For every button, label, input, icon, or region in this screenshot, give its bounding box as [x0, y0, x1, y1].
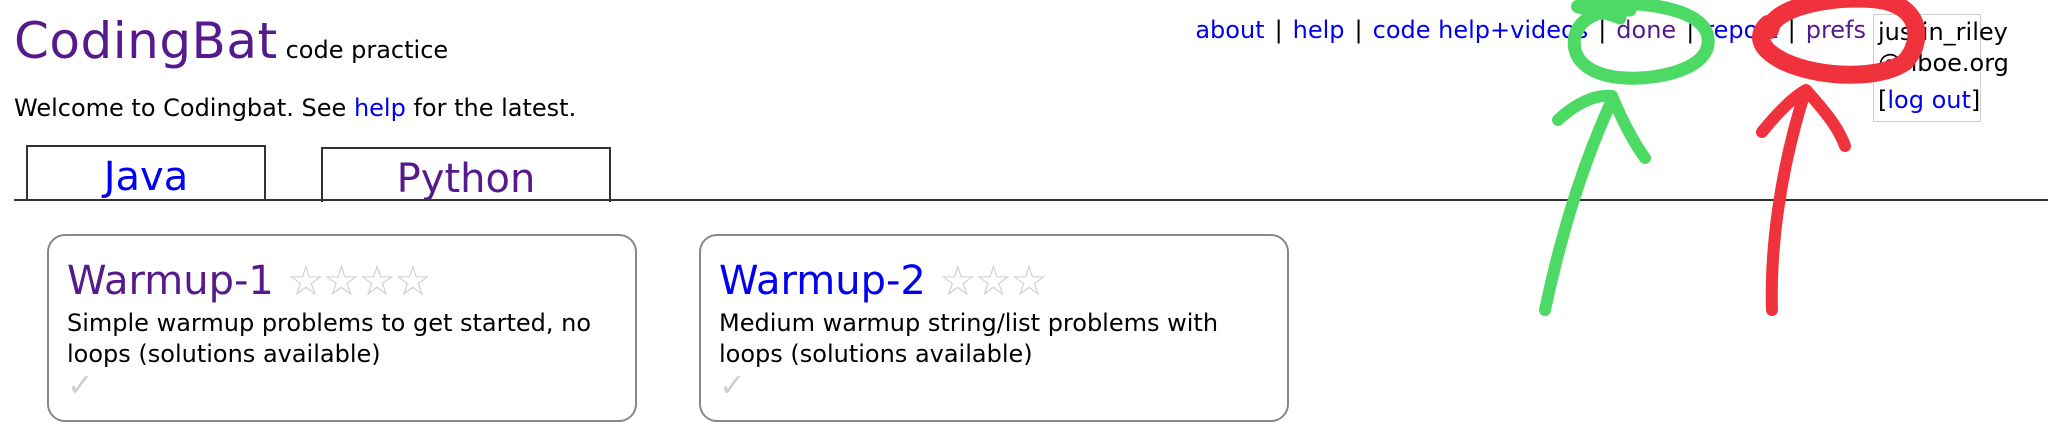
logout-bracket-open: [: [1878, 86, 1888, 114]
nav-separator: |: [1354, 16, 1363, 44]
section-description: Medium warmup string/list problems with …: [719, 309, 1219, 368]
section-title-link[interactable]: Warmup-2: [719, 258, 926, 304]
welcome-text-start: Welcome to Codingbat. See: [14, 94, 354, 122]
user-email-line1: justin_riley: [1878, 18, 2008, 46]
section-title-link[interactable]: Warmup-1: [67, 258, 274, 304]
nav-separator: |: [1686, 16, 1695, 44]
welcome-help-link[interactable]: help: [354, 94, 406, 122]
user-account-box: justin_riley @nboe.org [log out]: [1873, 14, 2009, 122]
top-navigation: about | help | code help+videos | done | report |…: [1195, 16, 1866, 44]
section-card-warmup-2: Warmup-2 ☆☆☆ Medium warmup string/list p…: [699, 234, 1289, 422]
nav-report-link[interactable]: report: [1704, 16, 1777, 44]
tab-java[interactable]: Java: [26, 145, 266, 200]
logout-container: [log out]: [1878, 85, 1980, 116]
section-card-warmup-1: Warmup-1 ☆☆☆☆ Simple warmup problems to …: [47, 234, 637, 422]
green-arrow-annotation: [1539, 89, 1651, 316]
tab-python[interactable]: Python: [321, 147, 611, 202]
nav-about-link[interactable]: about: [1195, 16, 1264, 44]
tab-java-label[interactable]: Java: [104, 154, 189, 200]
site-subtitle: code practice: [285, 36, 449, 64]
nav-separator: |: [1598, 16, 1607, 44]
site-header: CodingBat code practice: [14, 12, 448, 70]
nav-help-link[interactable]: help: [1293, 16, 1345, 44]
star-rating-icon: ☆☆☆: [939, 256, 1048, 305]
nav-prefs-link[interactable]: prefs: [1806, 16, 1866, 44]
nav-separator: |: [1787, 16, 1796, 44]
welcome-message: Welcome to Codingbat. See help for the l…: [14, 94, 576, 122]
user-email-line2: @nboe.org: [1878, 49, 2009, 77]
welcome-text-end: for the latest.: [405, 94, 577, 122]
nav-separator: |: [1274, 16, 1283, 44]
logout-link[interactable]: log out: [1887, 86, 1971, 114]
site-logo-text: CodingBat: [14, 12, 278, 70]
checkmark-icon: ✓: [719, 366, 746, 404]
checkmark-icon: ✓: [67, 366, 94, 404]
logout-bracket-close: ]: [1970, 86, 1981, 114]
star-rating-icon: ☆☆☆☆: [287, 256, 432, 305]
nav-code-help-videos-link[interactable]: code help+videos: [1373, 16, 1589, 44]
section-description: Simple warmup problems to get started, n…: [67, 309, 592, 368]
nav-done-link[interactable]: done: [1616, 16, 1676, 44]
tab-python-label[interactable]: Python: [397, 156, 536, 202]
tab-divider: [14, 199, 2048, 201]
